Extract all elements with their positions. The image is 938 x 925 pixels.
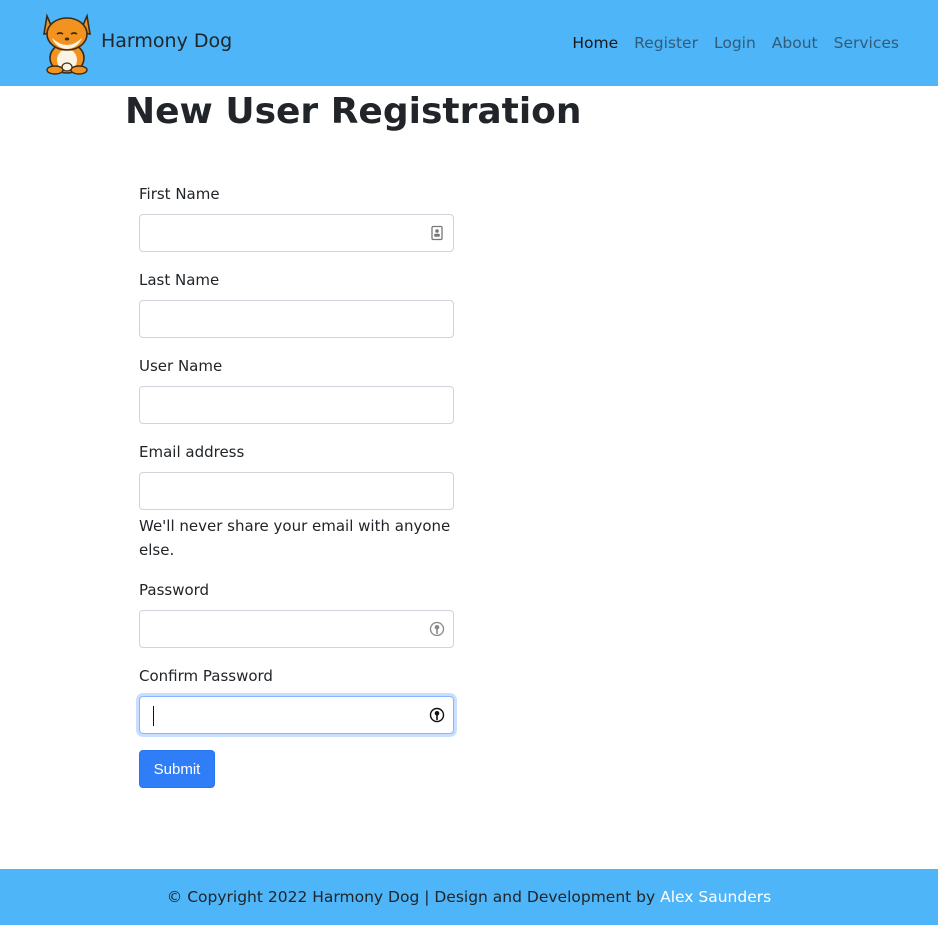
text-caret — [153, 706, 154, 726]
confirm-password-input[interactable] — [139, 696, 454, 734]
confirm-password-label: Confirm Password — [139, 667, 273, 685]
brand-name[interactable]: Harmony Dog — [101, 29, 232, 53]
last-name-label: Last Name — [139, 271, 220, 289]
nav-link-register[interactable]: Register — [634, 33, 698, 53]
copyright-text: © Copyright 2022 Harmony Dog | Design an… — [166, 888, 656, 906]
key-icon[interactable] — [429, 621, 445, 637]
nav-links: Home Register Login About Services — [556, 33, 899, 53]
user-name-label: User Name — [139, 357, 223, 375]
nav-link-about[interactable]: About — [772, 33, 818, 53]
submit-button[interactable]: Submit — [139, 750, 215, 788]
navbar: Harmony Dog Home Register Login About Se… — [0, 0, 938, 86]
page-title: New User Registration — [125, 91, 582, 132]
email-input[interactable] — [139, 472, 454, 510]
password-input[interactable] — [139, 610, 454, 648]
first-name-label: First Name — [139, 185, 220, 203]
first-name-input[interactable] — [139, 214, 454, 252]
shiba-dog-logo-icon[interactable] — [38, 10, 96, 76]
key-icon[interactable] — [429, 707, 445, 723]
nav-link-home[interactable]: Home — [572, 33, 618, 53]
footer-text: © Copyright 2022 Harmony Dog | Design an… — [0, 887, 938, 907]
footer: © Copyright 2022 Harmony Dog | Design an… — [0, 869, 938, 925]
nav-link-services[interactable]: Services — [834, 33, 899, 53]
contact-card-icon[interactable] — [429, 225, 445, 241]
nav-link-login[interactable]: Login — [714, 33, 756, 53]
author-link[interactable]: Alex Saunders — [660, 888, 771, 906]
password-label: Password — [139, 581, 210, 599]
email-label: Email address — [139, 443, 245, 461]
last-name-input[interactable] — [139, 300, 454, 338]
user-name-input[interactable] — [139, 386, 454, 424]
email-help-text: We'll never share your email with anyone… — [139, 517, 451, 559]
